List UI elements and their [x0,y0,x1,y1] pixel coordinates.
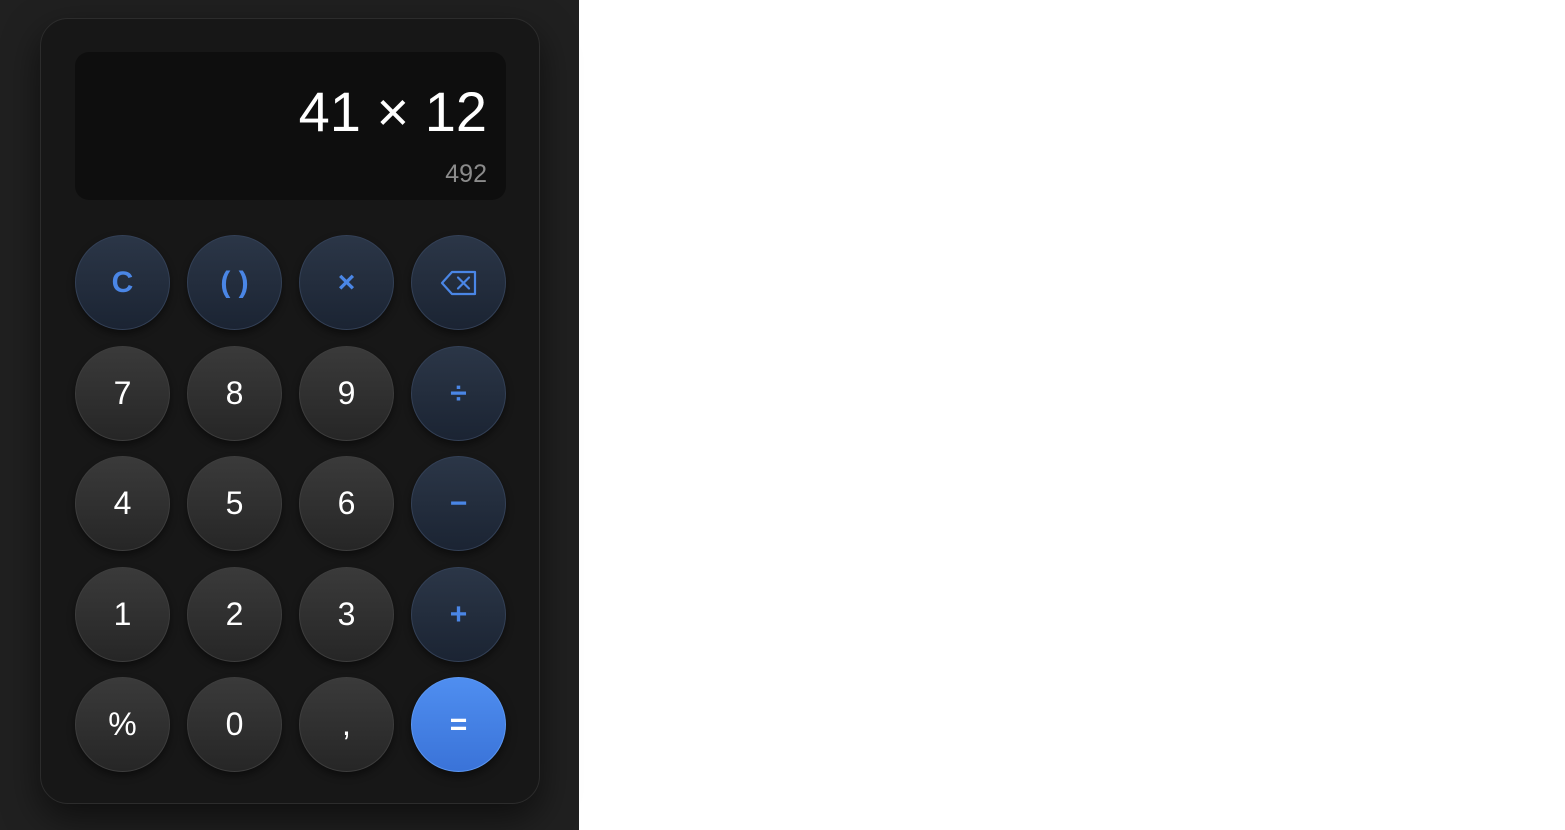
decimal-button[interactable]: , [299,677,394,772]
digit-9-button[interactable]: 9 [299,346,394,441]
result-preview: 492 [445,160,487,188]
equals-button[interactable]: = [411,677,506,772]
calculator-display: 41 × 12 492 [75,52,506,200]
minus-button[interactable]: − [411,456,506,551]
parentheses-button[interactable]: ( ) [187,235,282,330]
keypad: C ( ) × 7 8 9 ÷ 4 5 6 − 1 2 3 + % 0 , = [75,235,507,773]
percent-button[interactable]: % [75,677,170,772]
backspace-button[interactable] [411,235,506,330]
clear-button[interactable]: C [75,235,170,330]
digit-8-button[interactable]: 8 [187,346,282,441]
digit-2-button[interactable]: 2 [187,567,282,662]
digit-0-button[interactable]: 0 [187,677,282,772]
digit-6-button[interactable]: 6 [299,456,394,551]
digit-7-button[interactable]: 7 [75,346,170,441]
digit-3-button[interactable]: 3 [299,567,394,662]
digit-1-button[interactable]: 1 [75,567,170,662]
digit-4-button[interactable]: 4 [75,456,170,551]
digit-5-button[interactable]: 5 [187,456,282,551]
calculator: 41 × 12 492 C ( ) × 7 8 9 ÷ 4 5 6 − 1 2 … [40,18,540,804]
app-background: 41 × 12 492 C ( ) × 7 8 9 ÷ 4 5 6 − 1 2 … [0,0,579,830]
divide-button[interactable]: ÷ [411,346,506,441]
multiply-button[interactable]: × [299,235,394,330]
plus-button[interactable]: + [411,567,506,662]
expression-text: 41 × 12 [298,80,487,143]
backspace-icon [440,270,476,295]
